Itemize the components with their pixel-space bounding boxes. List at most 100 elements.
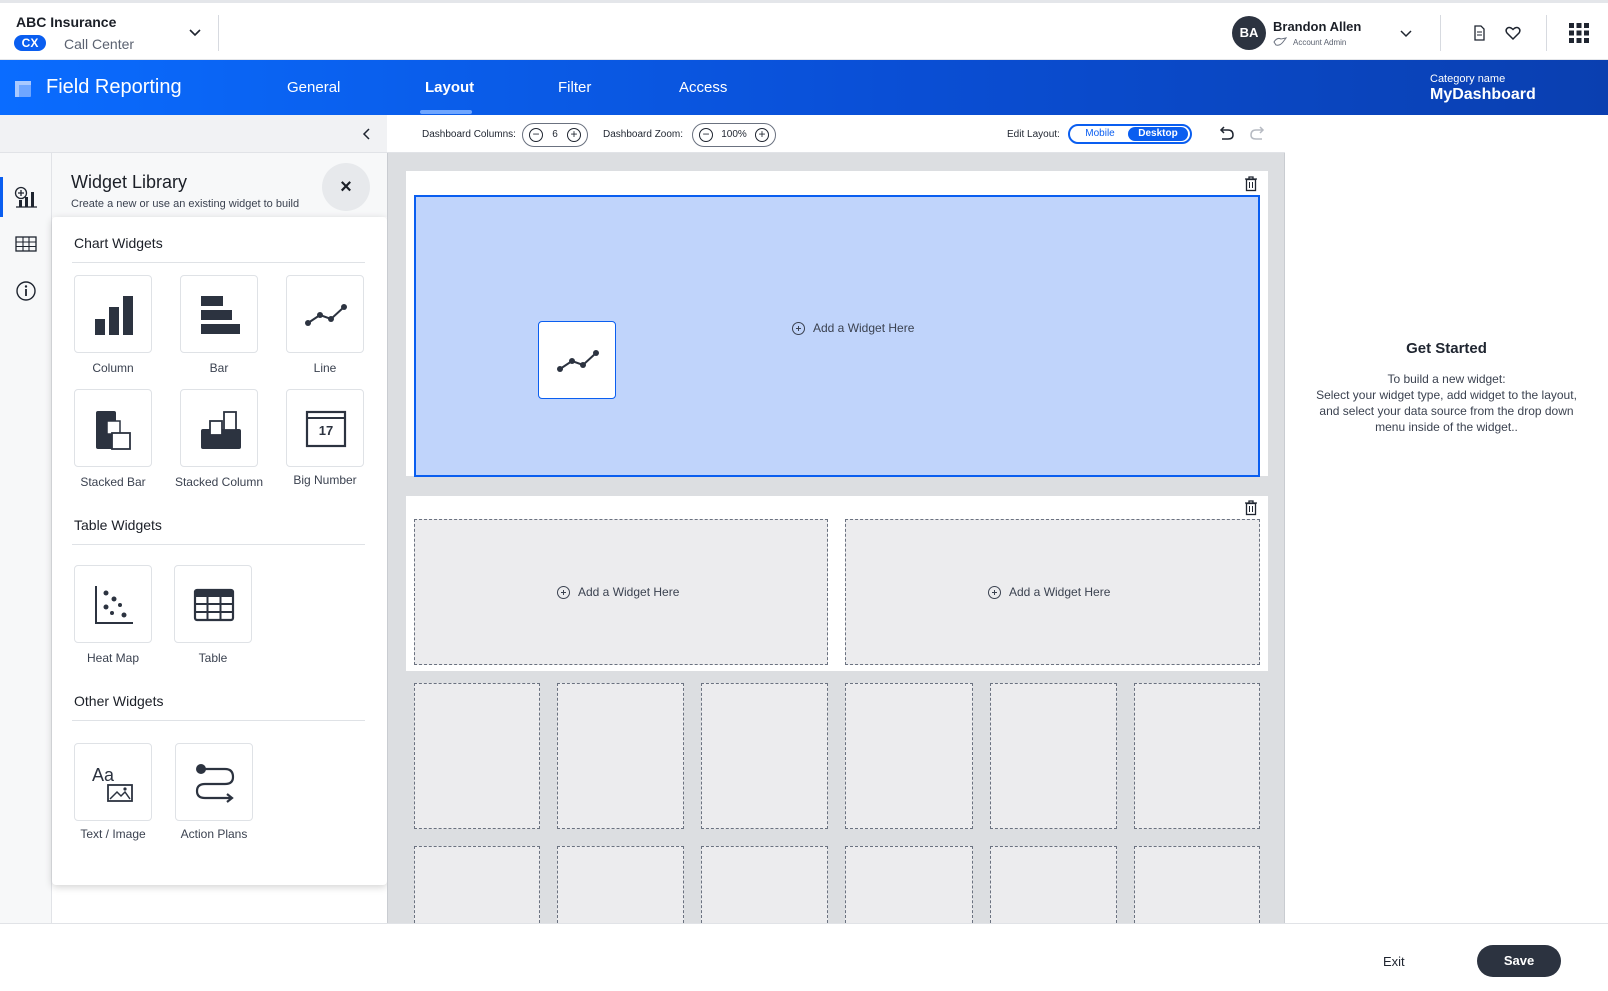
add-widget-button[interactable]: Add a Widget Here: [792, 321, 914, 335]
rail-item-table[interactable]: [0, 224, 52, 262]
add-widget-label: Add a Widget Here: [1009, 585, 1111, 599]
widget-library-panel: Chart Widgets Column Bar Line Stacked Ba…: [52, 217, 387, 885]
chevron-down-icon[interactable]: [1398, 25, 1414, 41]
widget-slot[interactable]: [414, 683, 540, 829]
rail-item-widgets[interactable]: [0, 177, 52, 217]
widget-slot[interactable]: [701, 846, 828, 923]
widget-tile-column[interactable]: [74, 275, 152, 353]
columns-label: Dashboard Columns:: [422, 129, 516, 140]
heat-map-icon: [95, 586, 133, 624]
widget-slot[interactable]: [1134, 683, 1260, 829]
widget-tile-action-plans[interactable]: [175, 743, 253, 821]
close-button[interactable]: ×: [322, 163, 370, 211]
widget-label: Table: [198, 651, 228, 665]
trash-icon[interactable]: [1244, 176, 1258, 192]
add-widget-label: Add a Widget Here: [578, 585, 680, 599]
app-title: Field Reporting: [46, 76, 182, 98]
decrease-zoom-button[interactable]: −: [699, 128, 713, 142]
desktop-option[interactable]: Desktop: [1128, 127, 1188, 141]
widget-tile-heat-map[interactable]: [74, 565, 152, 643]
mobile-option[interactable]: Mobile: [1074, 127, 1126, 141]
tab-layout[interactable]: Layout: [425, 79, 474, 96]
table-icon: [193, 588, 235, 622]
save-button[interactable]: Save: [1477, 945, 1561, 977]
increase-columns-button[interactable]: +: [567, 128, 581, 142]
footer: Exit Save: [0, 923, 1608, 991]
product-name: Call Center: [64, 36, 135, 52]
top-bar: ABC Insurance CX Call Center BA Brandon …: [0, 0, 1608, 60]
rail-item-info[interactable]: [0, 271, 52, 309]
tab-access[interactable]: Access: [679, 79, 727, 96]
add-circle-icon: [988, 585, 1001, 599]
widget-slot-selected[interactable]: Add a Widget Here: [414, 195, 1260, 477]
app-grid-icon[interactable]: [1568, 22, 1590, 44]
widget-tile-stacked-bar[interactable]: [74, 389, 152, 467]
chevron-down-icon[interactable]: [186, 23, 204, 41]
get-started-line: Select your widget type, add widget to t…: [1316, 388, 1577, 434]
zoom-value: 100%: [721, 129, 747, 140]
widget-tile-text-image[interactable]: Aa: [74, 743, 152, 821]
widget-library-description: Create a new or use an existing widget t…: [71, 198, 301, 210]
line-chart-icon: [557, 350, 599, 372]
widget-slot[interactable]: [845, 683, 973, 829]
user-name: Brandon Allen: [1273, 19, 1362, 34]
chevron-left-icon[interactable]: [358, 125, 376, 143]
tab-general[interactable]: General: [287, 79, 340, 96]
org-name: ABC Insurance: [16, 14, 117, 30]
widget-slot[interactable]: [845, 846, 973, 923]
admin-icon: [1273, 37, 1287, 46]
redo-icon[interactable]: [1248, 124, 1268, 144]
widget-slot[interactable]: [701, 683, 828, 829]
table-icon: [15, 236, 37, 252]
widget-slot[interactable]: Add a Widget Here: [845, 519, 1260, 665]
layout-toolbar: Dashboard Columns: − 6 + Dashboard Zoom:…: [387, 115, 1285, 153]
avatar[interactable]: BA: [1232, 16, 1266, 50]
widget-tile-stacked-column[interactable]: [180, 389, 258, 467]
stacked-bar-icon: [96, 411, 131, 450]
decrease-columns-button[interactable]: −: [529, 128, 543, 142]
add-circle-icon: [792, 321, 805, 335]
exit-button[interactable]: Exit: [1383, 954, 1405, 969]
tab-filter[interactable]: Filter: [558, 79, 591, 96]
text-icon-letters: Aa: [92, 765, 115, 785]
zoom-label: Dashboard Zoom:: [603, 129, 684, 140]
widget-slot[interactable]: Add a Widget Here: [414, 519, 828, 665]
add-widget-button[interactable]: Add a Widget Here: [988, 585, 1110, 599]
widget-tile-big-number[interactable]: 17: [286, 389, 364, 467]
widget-label: Big Number: [293, 473, 357, 487]
undo-icon[interactable]: [1216, 124, 1236, 144]
widget-slot[interactable]: [557, 683, 684, 829]
divider: [1546, 15, 1547, 51]
column-chart-icon: [95, 296, 133, 335]
divider: [72, 262, 365, 263]
increase-zoom-button[interactable]: +: [755, 128, 769, 142]
divider: [72, 720, 365, 721]
stacked-column-icon: [201, 411, 241, 449]
panel-header: [0, 115, 387, 153]
divider: [72, 544, 365, 545]
dashboard-canvas: Add a Widget Here Add a Widget Here Add …: [387, 153, 1285, 923]
widget-label: Heat Map: [86, 651, 140, 665]
app-root: ABC Insurance CX Call Center BA Brandon …: [0, 0, 1608, 991]
widget-slot[interactable]: [990, 683, 1117, 829]
info-icon: [16, 281, 36, 301]
divider: [1440, 15, 1441, 51]
widget-slot[interactable]: [557, 846, 684, 923]
add-widget-button[interactable]: Add a Widget Here: [557, 585, 679, 599]
app-header: Field Reporting General Layout Filter Ac…: [0, 60, 1608, 115]
widget-label: Bar: [209, 361, 229, 375]
heart-icon[interactable]: [1504, 24, 1522, 42]
category-value: MyDashboard: [1430, 86, 1536, 103]
widget-slot[interactable]: [990, 846, 1117, 923]
layout-toggle: Mobile Desktop: [1068, 124, 1192, 144]
trash-icon[interactable]: [1244, 500, 1258, 516]
document-icon[interactable]: [1470, 24, 1488, 42]
side-rail: [0, 153, 52, 923]
widget-slot[interactable]: [414, 846, 540, 923]
dragged-line-widget[interactable]: [538, 321, 616, 399]
widget-slot[interactable]: [1134, 846, 1260, 923]
widget-tile-line[interactable]: [286, 275, 364, 353]
widget-tile-table[interactable]: [174, 565, 252, 643]
widget-tile-bar[interactable]: [180, 275, 258, 353]
get-started-line: To build a new widget:: [1387, 372, 1506, 386]
